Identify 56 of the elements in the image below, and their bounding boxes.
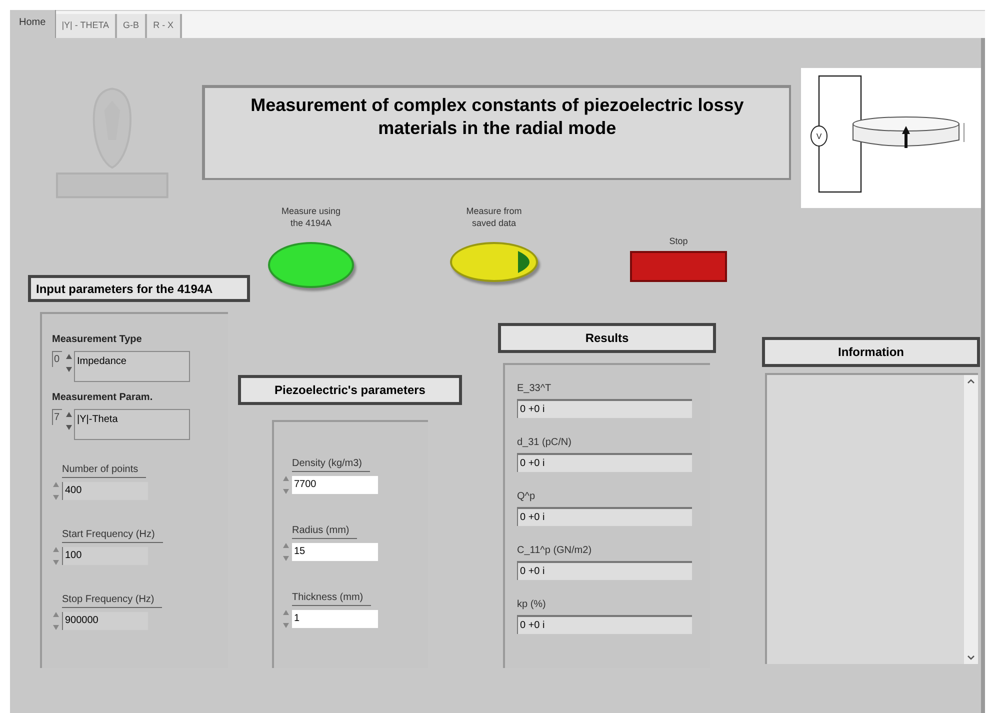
index-field[interactable]: 7 — [52, 409, 62, 425]
spinner-icon[interactable] — [282, 609, 290, 629]
tab[interactable]: R - X — [147, 14, 182, 38]
field-label: kp (%) — [517, 598, 547, 612]
output-field: 0 +0 i — [517, 507, 692, 526]
field-label: Density (kg/m3) — [292, 456, 370, 472]
field-label: E_33^T — [517, 382, 552, 396]
field-label: Measurement Param. — [52, 391, 154, 405]
section-header: Piezoelectric's parameters — [238, 375, 462, 405]
numeric-field[interactable]: 100 — [62, 547, 148, 565]
output-field: 0 +0 i — [517, 399, 692, 418]
numeric-field[interactable]: 400 — [62, 482, 148, 500]
output-field: 0 +0 i — [517, 615, 692, 634]
spinner-icon[interactable] — [52, 611, 60, 631]
scrollbar[interactable] — [964, 375, 978, 664]
circuit-diagram-drawing: V — [801, 68, 981, 208]
measure-button[interactable] — [268, 242, 354, 288]
field-label: d_31 (pC/N) — [517, 436, 572, 450]
button-caption: Stop — [668, 235, 689, 247]
window-title: Measurement of complex constants of piezoelectric lossy materials in the radial mode — [250, 94, 745, 140]
section-header: Input parameters for the 4194A — [28, 275, 250, 302]
numeric-field[interactable]: 15 — [292, 543, 378, 561]
increment-arrows-icon[interactable] — [66, 353, 72, 373]
spinner-icon[interactable] — [52, 546, 60, 566]
load-button[interactable] — [450, 242, 538, 282]
numeric-field[interactable]: 7700 — [292, 476, 378, 494]
field-label: Stop Frequency (Hz) — [62, 592, 162, 608]
field-label: Thickness (mm) — [292, 590, 372, 606]
play-icon — [518, 250, 530, 274]
index-field[interactable]: 0 — [52, 351, 62, 367]
spinner-icon[interactable] — [52, 481, 60, 501]
spinner-icon[interactable] — [282, 475, 290, 495]
field-label: Number of points — [62, 462, 146, 478]
field-label: Q^p — [517, 490, 536, 504]
increment-arrows-icon[interactable] — [66, 411, 72, 431]
field-label: Radius (mm) — [292, 523, 358, 539]
numeric-field[interactable]: 1 — [292, 610, 378, 628]
spinner-icon[interactable] — [282, 542, 290, 562]
tab[interactable]: Home — [10, 10, 56, 38]
button-caption: Measure from saved data — [465, 205, 523, 229]
ring-field[interactable]: |Y|-Theta — [74, 409, 190, 440]
tab[interactable]: |Y| - THETA — [56, 14, 118, 38]
field-label: Start Frequency (Hz) — [62, 527, 163, 543]
field-label: C_11^p (GN/m2) — [517, 544, 593, 558]
section-header: Information — [762, 337, 980, 367]
output-field: 0 +0 i — [517, 453, 692, 472]
scroll-up-icon[interactable] — [967, 379, 975, 384]
scroll-down-icon[interactable] — [967, 655, 975, 660]
ring-field[interactable]: Impedance — [74, 351, 190, 382]
button-caption: Measure using the 4194A — [280, 205, 342, 229]
output-field: 0 +0 i — [517, 561, 692, 580]
field-label: Measurement Type — [52, 333, 143, 347]
section-header: Results — [498, 323, 716, 353]
tab[interactable]: G-B — [117, 14, 148, 38]
stop-button[interactable] — [630, 251, 727, 282]
numeric-field[interactable]: 900000 — [62, 612, 148, 630]
